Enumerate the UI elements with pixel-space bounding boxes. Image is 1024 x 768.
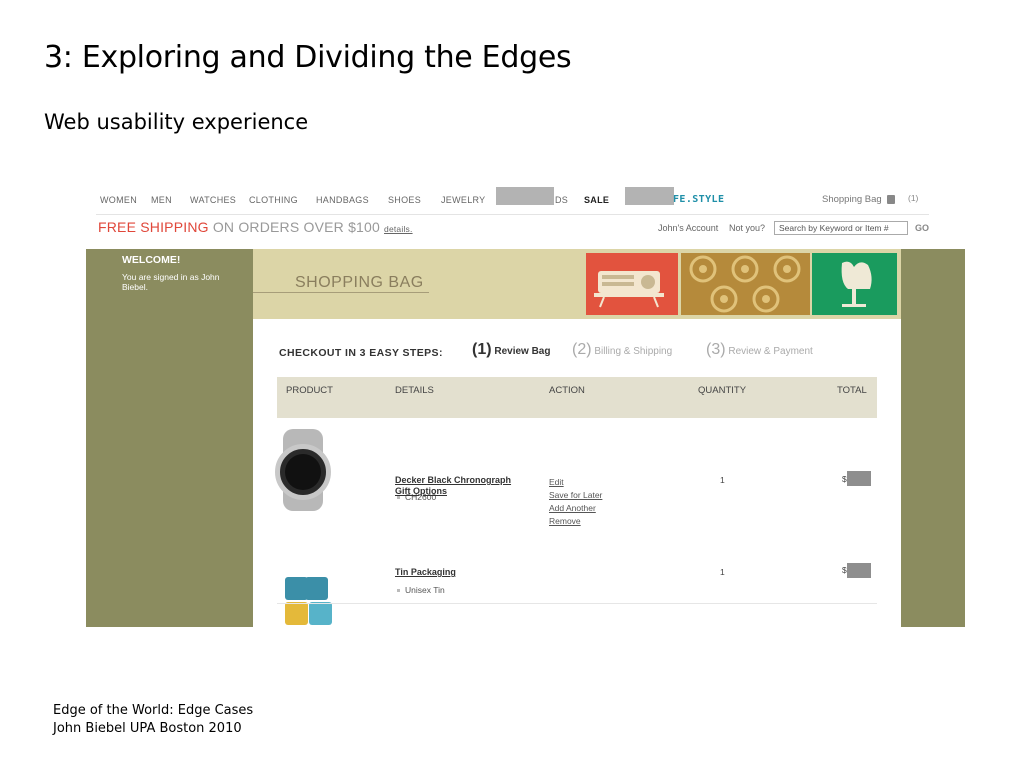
promo-text: ON ORDERS OVER $100 [208, 219, 381, 235]
search-input[interactable] [774, 221, 908, 235]
nav-sale[interactable]: SALE [584, 195, 609, 205]
row-divider [277, 603, 877, 604]
nav-shoes[interactable]: SHOES [388, 195, 421, 205]
slide-subtitle: Web usability experience [44, 110, 309, 134]
promo-highlight: FREE SHIPPING [98, 219, 209, 235]
redacted-price [847, 471, 871, 486]
edit-link[interactable]: Edit [549, 477, 564, 487]
redacted-price [847, 563, 871, 578]
table-header: PRODUCT DETAILS ACTION QUANTITY TOTAL [277, 377, 877, 418]
not-you-link[interactable]: Not you? [729, 223, 765, 233]
redacted-nav-item [496, 187, 554, 205]
nav-women[interactable]: WOMEN [100, 195, 137, 205]
nav-jewelry[interactable]: JEWELRY [441, 195, 485, 205]
product-name-link[interactable]: Decker Black Chronograph [395, 475, 511, 485]
nav-watches[interactable]: WATCHES [190, 195, 236, 205]
save-for-later-link[interactable]: Save for Later [549, 490, 602, 500]
quantity-value: 1 [720, 567, 725, 577]
promo-banner: FREE SHIPPING ON ORDERS OVER $100 details… [98, 219, 413, 235]
step-label: Review & Payment [728, 346, 813, 357]
column-action: ACTION [549, 385, 585, 396]
step-review-bag[interactable]: (1) Review Bag [472, 341, 550, 359]
nav-clothing[interactable]: CLOTHING [249, 195, 298, 205]
nav-ds[interactable]: DS [555, 195, 568, 205]
step-number: (3) [706, 341, 726, 358]
banner-divider [253, 292, 429, 293]
footer-line: Edge of the World: Edge Cases [53, 703, 254, 718]
slide-title: 3: Exploring and Dividing the Edges [44, 40, 572, 75]
page-title: SHOPPING BAG [295, 274, 424, 291]
redacted-brand [625, 187, 674, 205]
tin-box [285, 602, 308, 625]
shopping-bag-icon[interactable] [887, 195, 895, 204]
radio-illustration [586, 253, 678, 315]
column-product: PRODUCT [286, 385, 333, 396]
remove-link[interactable]: Remove [549, 516, 581, 526]
step-label: Billing & Shipping [594, 346, 673, 357]
add-another-link[interactable]: Add Another [549, 503, 596, 513]
column-details: DETAILS [395, 385, 434, 396]
step-billing-shipping[interactable]: (2) Billing & Shipping [572, 341, 672, 359]
promo-details-link[interactable]: details. [384, 224, 413, 234]
shopping-bag-content: CHECKOUT IN 3 EASY STEPS: (1) Review Bag… [253, 319, 901, 627]
gift-options-link[interactable]: Gift Options [395, 486, 447, 496]
step-number: (2) [572, 341, 592, 358]
footer-line: John Biebel UPA Boston 2010 [53, 721, 242, 736]
checkout-lead: CHECKOUT IN 3 EASY STEPS: [279, 347, 443, 359]
left-sidebar [86, 249, 253, 627]
nav-divider [96, 214, 929, 215]
quantity-value: 1 [720, 475, 725, 485]
column-quantity: QUANTITY [698, 385, 747, 396]
step-label: Review Bag [494, 346, 551, 357]
product-attribute: Unisex Tin [397, 585, 445, 595]
step-review-payment[interactable]: (3) Review & Payment [706, 341, 813, 359]
top-nav: WOMEN MEN WATCHES CLOTHING HANDBAGS SHOE… [86, 182, 965, 216]
page-banner: SHOPPING BAG [253, 249, 901, 319]
welcome-text: You are signed in as John Biebel. [122, 272, 220, 292]
pattern-illustration [681, 253, 810, 315]
shopping-bag-link[interactable]: Shopping Bag [822, 194, 882, 205]
tin-box [309, 602, 332, 625]
bag-count: (1) [908, 193, 919, 203]
account-link[interactable]: John's Account [658, 223, 718, 233]
right-sidebar [901, 249, 965, 627]
step-number: (1) [472, 341, 492, 358]
brand-logo[interactable]: FE.STYLE [673, 194, 724, 205]
chair-illustration [812, 253, 897, 315]
nav-handbags[interactable]: HANDBAGS [316, 195, 369, 205]
nav-men[interactable]: MEN [151, 195, 172, 205]
go-button[interactable]: GO [915, 223, 929, 233]
website-screenshot: WOMEN MEN WATCHES CLOTHING HANDBAGS SHOE… [86, 182, 965, 627]
product-name-link[interactable]: Tin Packaging [395, 567, 456, 577]
column-total: TOTAL [837, 385, 867, 396]
welcome-heading: WELCOME! [122, 254, 181, 266]
tin-box [305, 577, 328, 600]
watch-dial [285, 454, 321, 490]
slide-footer: Edge of the World: Edge Cases John Biebe… [53, 702, 253, 738]
